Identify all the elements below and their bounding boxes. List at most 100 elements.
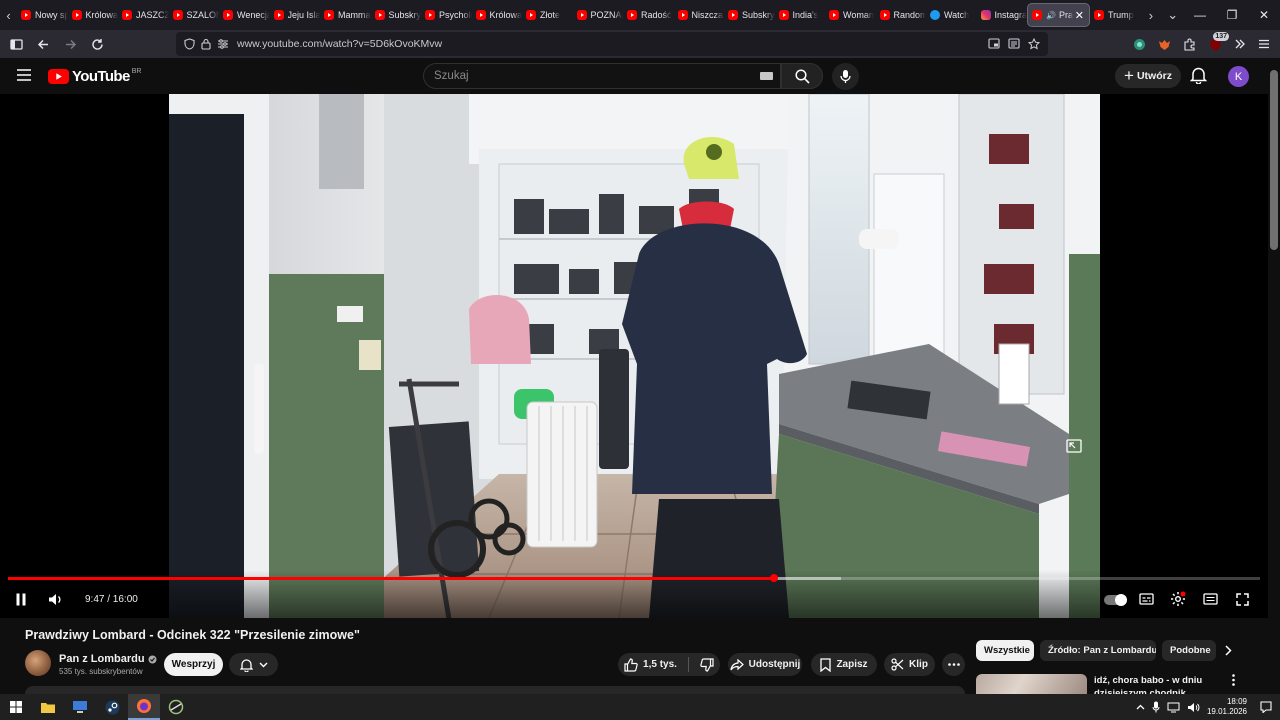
lock-icon[interactable] xyxy=(201,38,211,50)
picture-in-picture-icon[interactable] xyxy=(988,38,1000,50)
start-button[interactable] xyxy=(0,694,32,720)
support-button[interactable]: Wesprzyj xyxy=(164,653,223,676)
chip-related[interactable]: Podobne xyxy=(1162,640,1216,661)
address-bar[interactable]: www.youtube.com/watch?v=5D6kOvoKMvw xyxy=(176,32,1048,56)
more-actions-button[interactable] xyxy=(942,653,965,676)
theater-mode-button[interactable] xyxy=(1201,590,1219,608)
notifications-bell-icon[interactable] xyxy=(1190,66,1207,84)
browser-tab[interactable]: Radość xyxy=(623,3,674,27)
reader-view-icon[interactable] xyxy=(1008,38,1020,50)
chip-from-channel[interactable]: Źródło: Pan z Lombardu xyxy=(1040,640,1156,661)
extensions-puzzle-icon[interactable] xyxy=(1177,32,1201,56)
overflow-menu-icon[interactable] xyxy=(1228,32,1252,56)
page-scrollbar[interactable] xyxy=(1268,58,1280,694)
create-button[interactable]: + Utwórz xyxy=(1115,64,1181,88)
scrollbar-thumb[interactable] xyxy=(1270,70,1278,250)
browser-tab[interactable]: SZALONY xyxy=(169,3,219,27)
tray-microphone-icon[interactable] xyxy=(1152,701,1160,713)
browser-tab[interactable]: Królowa xyxy=(68,3,118,27)
search-button[interactable] xyxy=(781,63,823,89)
sidebar-toggle-icon[interactable] xyxy=(4,32,28,56)
browser-tab[interactable]: Nowy spór xyxy=(17,3,68,27)
tab-scroll-left-button[interactable]: ‹ xyxy=(0,0,17,30)
taskbar-steam[interactable] xyxy=(96,694,128,720)
close-window-button[interactable]: ✕ xyxy=(1248,0,1280,30)
video-player[interactable]: 9:47 / 16:00 xyxy=(0,94,1268,618)
permissions-icon[interactable] xyxy=(217,39,229,49)
browser-tab[interactable]: Instagram xyxy=(977,3,1027,27)
notifications-icon[interactable] xyxy=(1260,701,1272,713)
pause-button[interactable] xyxy=(12,590,30,608)
channel-name[interactable]: Pan z Lombardu xyxy=(59,653,157,665)
browser-tab[interactable]: Mamma xyxy=(320,3,371,27)
ublock-extension-icon[interactable]: 137 xyxy=(1203,32,1229,56)
back-button[interactable] xyxy=(31,32,55,56)
mute-button[interactable] xyxy=(46,590,64,608)
search-input[interactable] xyxy=(434,70,734,82)
recommendation-title[interactable]: idź, chora babo - w dniu dzisiejszym cho… xyxy=(1094,674,1226,694)
recommendation-menu-button[interactable] xyxy=(1232,674,1235,686)
tray-volume-icon[interactable] xyxy=(1187,702,1200,713)
tab-list-dropdown-button[interactable]: ⌄ xyxy=(1161,0,1184,30)
browser-tab[interactable]: Woman xyxy=(825,3,876,27)
fullscreen-button[interactable] xyxy=(1233,590,1251,608)
guide-menu-icon[interactable] xyxy=(17,69,31,81)
settings-button[interactable] xyxy=(1169,590,1187,608)
save-button[interactable]: Zapisz xyxy=(811,653,877,676)
restore-button[interactable]: ❐ xyxy=(1216,0,1248,30)
recommendation-thumbnail[interactable] xyxy=(976,674,1087,696)
chip-all[interactable]: Wszystkie xyxy=(976,640,1034,661)
tab-scroll-right-button[interactable]: › xyxy=(1141,0,1162,30)
miniplayer-icon[interactable] xyxy=(1066,439,1082,453)
browser-tab[interactable]: Niszczarka xyxy=(674,3,724,27)
channel-avatar[interactable] xyxy=(25,650,51,676)
browser-tab[interactable]: Złote xyxy=(522,3,573,27)
browser-tab[interactable]: POZNAŃ xyxy=(573,3,623,27)
clip-button[interactable]: Klip xyxy=(884,653,935,676)
browser-tab[interactable]: Watch xyxy=(926,3,977,27)
vpn-extension-icon[interactable] xyxy=(1127,32,1151,56)
browser-tab[interactable]: Wenecja xyxy=(219,3,270,27)
close-tab-icon[interactable]: ✕ xyxy=(1075,9,1084,22)
progress-bar[interactable] xyxy=(8,574,1260,582)
autoplay-toggle[interactable] xyxy=(1104,594,1127,606)
subtitles-button[interactable] xyxy=(1137,590,1155,608)
taskbar-app-6[interactable] xyxy=(160,694,192,720)
hamburger-menu-icon[interactable] xyxy=(1252,32,1276,56)
notification-settings-button[interactable] xyxy=(229,653,278,676)
browser-tab-active[interactable]: 🔊Prawdziwy✕ xyxy=(1027,3,1091,27)
browser-tab[interactable]: Subskrypcje xyxy=(724,3,775,27)
browser-tab[interactable]: India's xyxy=(775,3,826,27)
taskbar-firefox[interactable] xyxy=(128,694,160,720)
tracking-protection-icon[interactable] xyxy=(184,38,195,50)
minimize-button[interactable]: — xyxy=(1184,0,1216,30)
account-avatar[interactable]: K xyxy=(1228,66,1249,87)
taskbar-file-explorer[interactable] xyxy=(32,694,64,720)
audio-playing-icon[interactable]: 🔊 xyxy=(1046,11,1056,20)
taskbar-remote-desktop[interactable] xyxy=(64,694,96,720)
chip-scroll-next-button[interactable] xyxy=(1218,640,1238,661)
dislike-button[interactable] xyxy=(700,657,714,672)
voice-search-button[interactable] xyxy=(832,63,859,90)
browser-tab[interactable]: JASZCZUR xyxy=(118,3,169,27)
fox-extension-icon[interactable] xyxy=(1152,32,1176,56)
tray-overflow-icon[interactable] xyxy=(1136,704,1145,710)
youtube-logo[interactable]: YouTube BR xyxy=(48,68,141,85)
browser-tab[interactable]: Jeju Island xyxy=(270,3,320,27)
thumbs-down-icon xyxy=(700,657,714,672)
reload-button[interactable] xyxy=(85,32,109,56)
browser-tab[interactable]: Królowa xyxy=(472,3,522,27)
browser-tab[interactable]: Psychologia xyxy=(421,3,472,27)
browser-tab[interactable]: Trump xyxy=(1090,3,1141,27)
browser-tab[interactable]: Random xyxy=(876,3,926,27)
create-label: Utwórz xyxy=(1136,70,1172,82)
like-button[interactable]: 1,5 tys. xyxy=(624,657,677,672)
taskbar-clock[interactable]: 18:09 19.01.2026 xyxy=(1207,697,1247,717)
keyboard-icon[interactable] xyxy=(760,72,773,80)
bookmark-star-icon[interactable] xyxy=(1028,38,1040,50)
share-button[interactable]: Udostępnij xyxy=(728,653,802,676)
forward-button[interactable] xyxy=(58,32,82,56)
video-frame-pawn-shop-scene[interactable] xyxy=(169,94,1100,618)
browser-tab[interactable]: Subskrypcje xyxy=(371,3,421,27)
tray-network-icon[interactable] xyxy=(1167,702,1180,713)
